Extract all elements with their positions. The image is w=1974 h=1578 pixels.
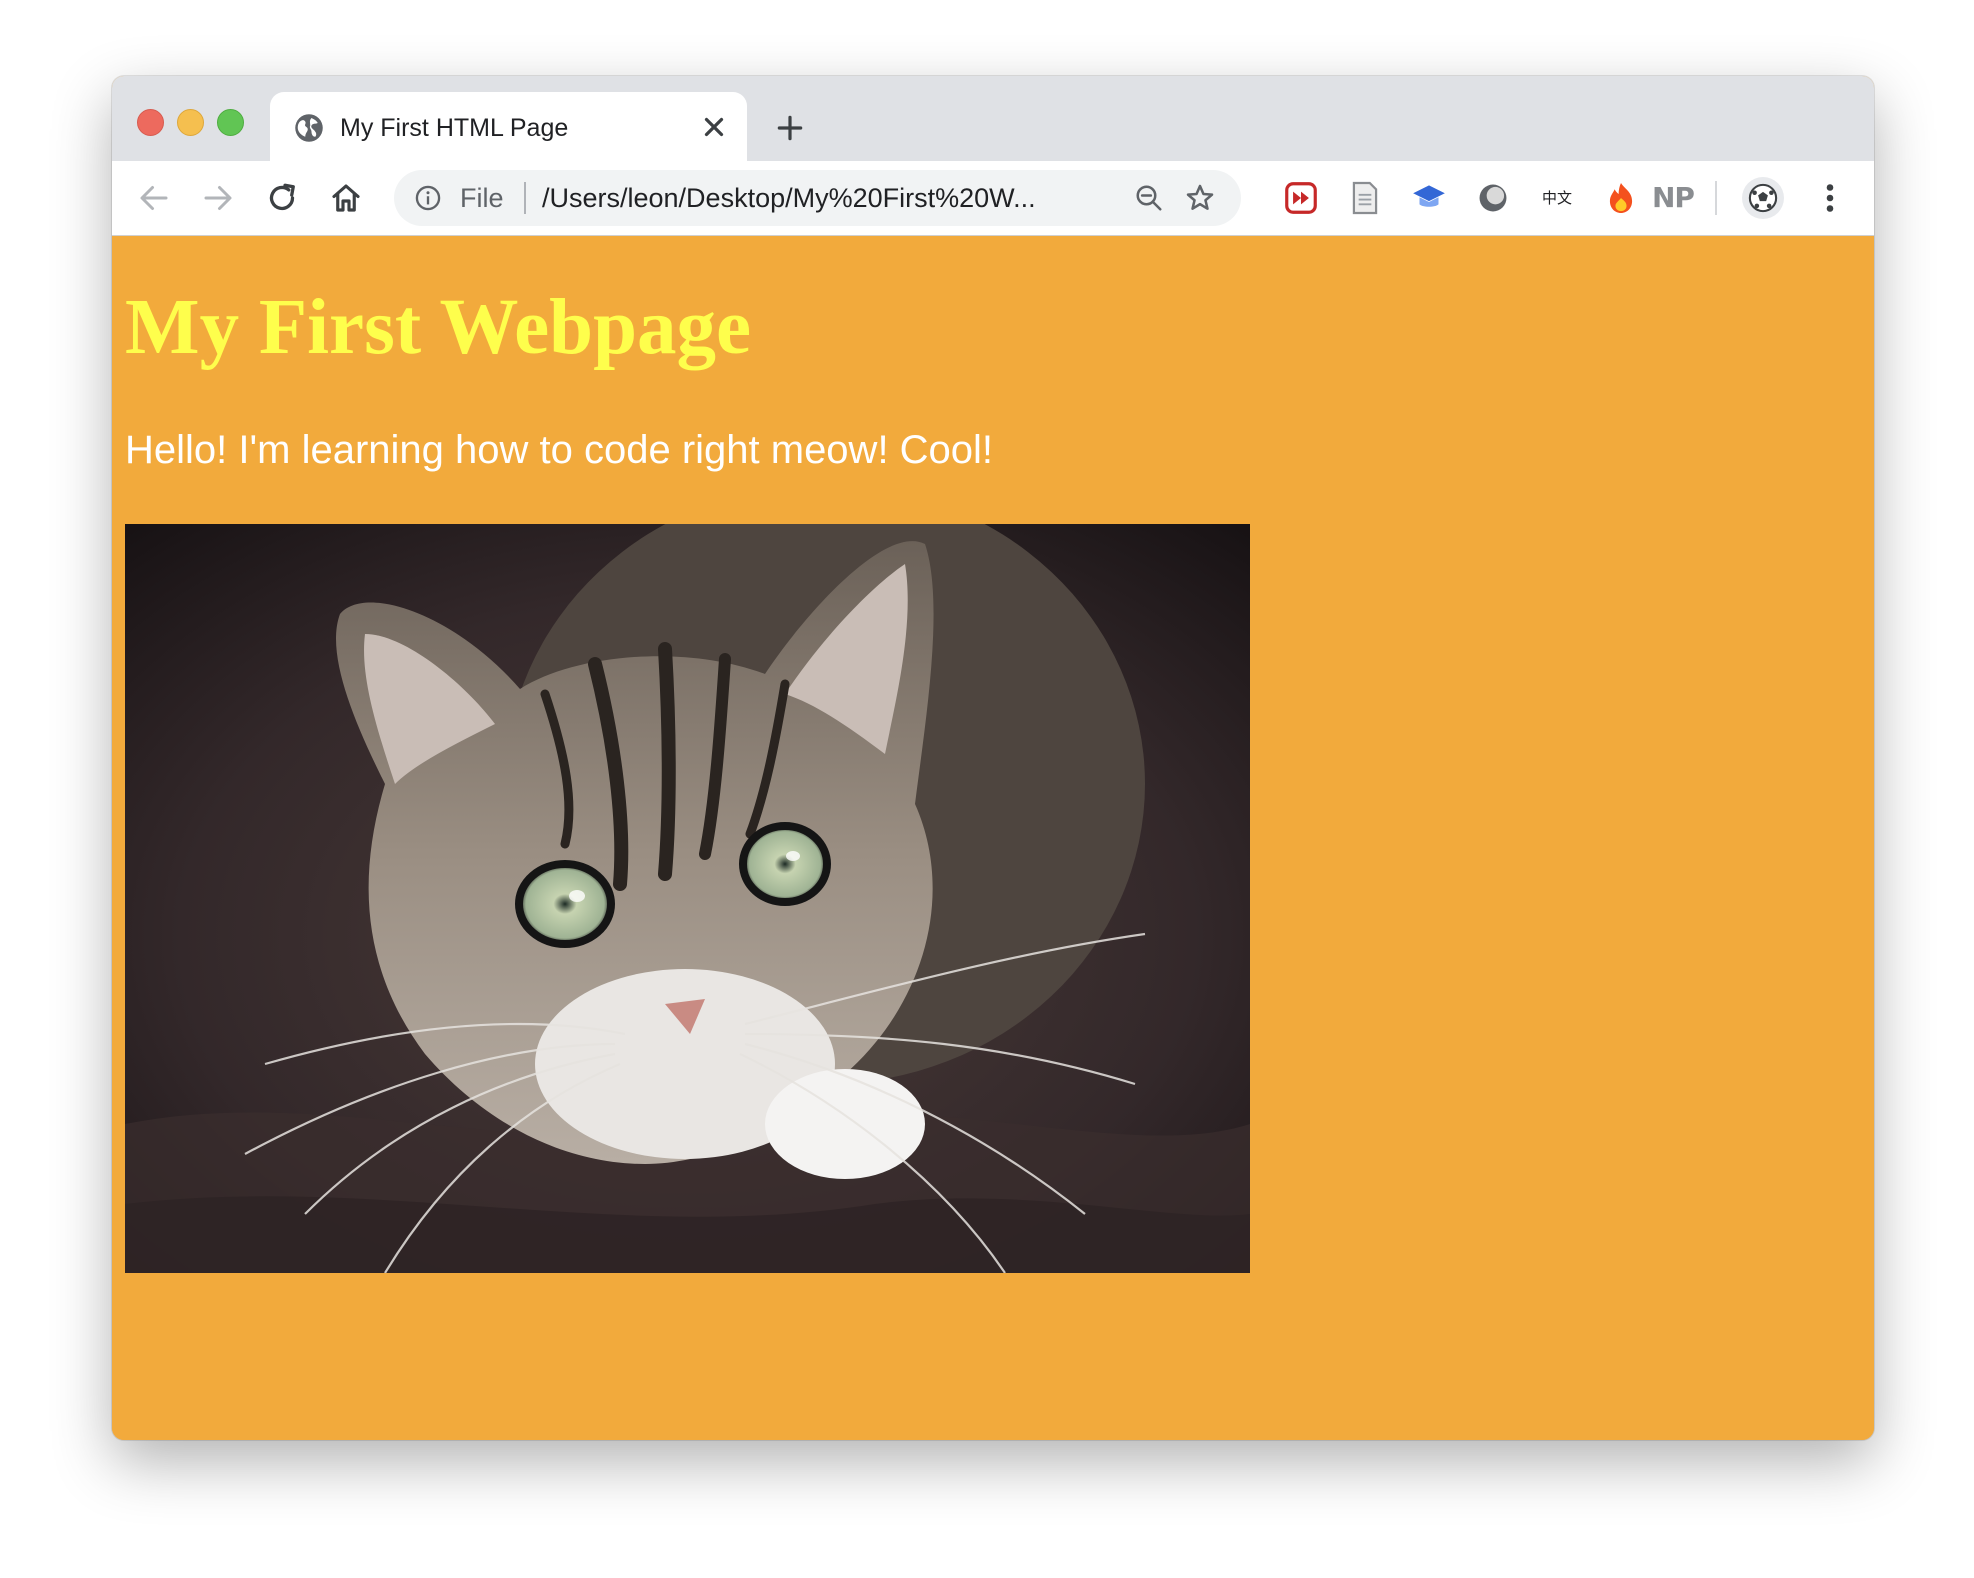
graduation-cap-extension-icon[interactable]: [1410, 179, 1448, 217]
np-extension-icon[interactable]: NP: [1652, 181, 1695, 215]
tab-close-icon[interactable]: [699, 112, 729, 142]
bookmark-star-icon[interactable]: [1184, 182, 1216, 214]
tab-title: My First HTML Page: [340, 114, 569, 142]
window-maximize-button[interactable]: [217, 109, 244, 136]
more-options-icon[interactable]: [1818, 180, 1842, 216]
url-text[interactable]: /Users/leon/Desktop/My%20First%20W...: [542, 183, 1036, 213]
chinese-extension-icon[interactable]: 中文: [1538, 179, 1576, 217]
tab-active[interactable]: My First HTML Page: [270, 92, 747, 161]
back-arrow-icon[interactable]: [136, 180, 172, 216]
url-scheme-label: File: [460, 183, 504, 213]
flame-extension-icon[interactable]: [1602, 179, 1640, 217]
toolbar-divider: [1715, 181, 1717, 215]
browser-toolbar: File /Users/leon/Desktop/My%20First%20W.…: [112, 161, 1874, 236]
window-close-button[interactable]: [137, 109, 164, 136]
new-tab-icon[interactable]: [774, 112, 806, 144]
tab-strip: My First HTML Page: [112, 76, 1874, 161]
document-extension-icon[interactable]: [1346, 179, 1384, 217]
fast-forward-extension-icon[interactable]: [1282, 179, 1320, 217]
profile-avatar[interactable]: [1742, 177, 1784, 219]
page-content: My First Webpage Hello! I'm learning how…: [112, 236, 1874, 1440]
home-icon[interactable]: [328, 180, 364, 216]
forward-arrow-icon[interactable]: [200, 180, 236, 216]
page-paragraph: Hello! I'm learning how to code right me…: [125, 428, 994, 472]
address-bar[interactable]: File /Users/leon/Desktop/My%20First%20W.…: [394, 170, 1241, 226]
soccer-ball-icon: [1748, 183, 1778, 213]
cat-photo: [125, 524, 1250, 1273]
omnibox-divider: [524, 182, 526, 214]
page-heading: My First Webpage: [125, 284, 752, 371]
window-minimize-button[interactable]: [177, 109, 204, 136]
reload-icon[interactable]: [264, 180, 300, 216]
globe-icon: [295, 114, 323, 142]
info-icon[interactable]: [414, 184, 442, 212]
circle-extension-icon[interactable]: [1474, 179, 1512, 217]
zoom-out-icon[interactable]: [1134, 183, 1164, 213]
browser-window: My First HTML Page File /Users/leon/Desk…: [112, 76, 1874, 1440]
